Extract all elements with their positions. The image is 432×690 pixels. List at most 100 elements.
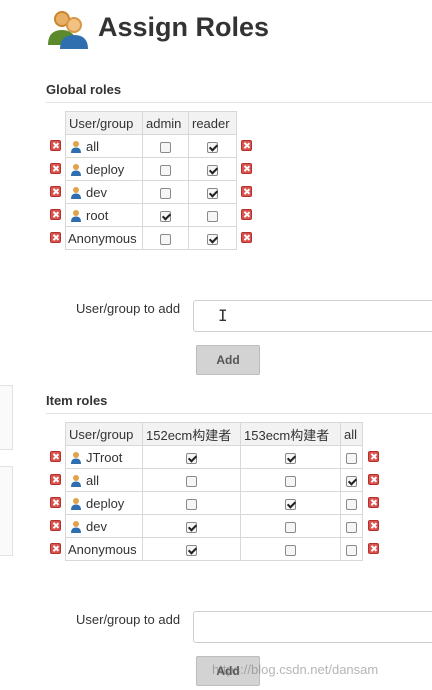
text-cursor-icon: I [218,306,228,325]
user-group-to-add-label: User/group to add [76,612,181,627]
delete-row-left-icon[interactable] [50,140,61,151]
table-row: dev [65,180,237,204]
role-checkbox-cell [142,468,241,492]
table-row: all [65,134,237,158]
section-divider [46,102,432,103]
role-checkbox-checked[interactable] [285,452,296,464]
table-row: deploy [65,491,363,515]
user-group-cell: all [65,468,143,492]
delete-row-right-icon[interactable] [368,474,379,485]
role-checkbox-checked[interactable] [346,475,357,487]
role-checkbox-unchecked[interactable] [160,187,171,199]
user-icon [71,520,81,533]
user-group-name: deploy [86,161,125,177]
role-checkbox-checked[interactable] [207,164,218,176]
item-roles-table: User/group 152ecm构建者 153ecm构建者 all JTroo… [65,422,363,561]
role-checkbox-unchecked[interactable] [160,233,171,245]
role-checkbox-unchecked[interactable] [186,498,197,510]
delete-row-right-icon[interactable] [241,140,252,151]
table-row: root [65,203,237,227]
role-checkbox-unchecked[interactable] [346,521,357,533]
role-checkbox-unchecked[interactable] [346,452,357,464]
role-checkbox-cell [142,514,241,538]
user-icon [71,163,81,176]
role-checkbox-unchecked[interactable] [285,521,296,533]
delete-row-right-icon[interactable] [368,543,379,554]
role-checkbox-checked[interactable] [160,210,171,222]
role-checkbox-unchecked[interactable] [285,475,296,487]
delete-row-left-icon[interactable] [50,186,61,197]
role-checkbox-unchecked[interactable] [346,498,357,510]
table-row: Anonymous [65,537,363,561]
role-checkbox-cell [142,134,189,158]
column-header-role: admin [142,111,189,135]
role-checkbox-unchecked[interactable] [160,164,171,176]
role-checkbox-unchecked[interactable] [186,475,197,487]
delete-row-right-icon[interactable] [241,163,252,174]
side-panel-tab[interactable] [0,385,13,450]
delete-row-left-icon[interactable] [50,163,61,174]
role-checkbox-cell [340,468,363,492]
role-checkbox-cell [142,491,241,515]
user-group-cell: dev [65,514,143,538]
role-checkbox-cell [142,537,241,561]
role-checkbox-checked[interactable] [186,521,197,533]
role-checkbox-unchecked[interactable] [346,544,357,556]
delete-row-left-icon[interactable] [50,543,61,554]
role-checkbox-cell [188,157,237,181]
delete-row-left-icon[interactable] [50,209,61,220]
global-roles-heading: Global roles [46,82,122,97]
role-checkbox-cell [340,537,363,561]
table-header-row: User/group 152ecm构建者 153ecm构建者 all [65,422,363,446]
side-panel-tab[interactable] [0,466,13,556]
role-checkbox-checked[interactable] [207,187,218,199]
delete-row-left-icon[interactable] [50,451,61,462]
delete-row-right-icon[interactable] [241,232,252,243]
item-roles-heading: Item roles [46,393,108,408]
table-row: deploy [65,157,237,181]
delete-row-left-icon[interactable] [50,497,61,508]
delete-row-right-icon[interactable] [241,186,252,197]
user-group-to-add-label: User/group to add [76,301,181,316]
delete-row-left-icon[interactable] [50,474,61,485]
column-header-role: 152ecm构建者 [142,422,241,446]
role-checkbox-cell [340,491,363,515]
delete-row-right-icon[interactable] [368,451,379,462]
column-header-user-group: User/group [65,422,143,446]
user-group-to-add-input[interactable] [193,611,432,643]
role-checkbox-checked[interactable] [207,233,218,245]
user-group-name: Anonymous [68,230,137,246]
global-roles-table: User/group admin reader all deploy dev root… [65,111,237,250]
role-checkbox-unchecked[interactable] [207,210,218,222]
user-icon [71,209,81,222]
role-checkbox-checked[interactable] [186,544,197,556]
role-checkbox-checked[interactable] [207,141,218,153]
delete-row-right-icon[interactable] [368,497,379,508]
column-header-role: all [340,422,363,446]
delete-row-right-icon[interactable] [241,209,252,220]
role-checkbox-cell [188,180,237,204]
role-checkbox-unchecked[interactable] [285,544,296,556]
role-checkbox-cell [240,514,341,538]
users-group-icon [48,11,88,49]
user-group-name: JTroot [86,449,123,465]
delete-row-left-icon[interactable] [50,232,61,243]
user-group-cell: deploy [65,491,143,515]
role-checkbox-checked[interactable] [186,452,197,464]
delete-row-right-icon[interactable] [368,520,379,531]
role-checkbox-unchecked[interactable] [160,141,171,153]
add-user-button[interactable]: Add [196,345,260,375]
column-header-role: reader [188,111,237,135]
user-group-to-add-input[interactable] [193,300,432,332]
role-checkbox-cell [142,157,189,181]
user-group-name: all [86,138,100,154]
user-group-name: deploy [86,495,125,511]
delete-row-left-icon[interactable] [50,520,61,531]
role-checkbox-cell [142,445,241,469]
role-checkbox-checked[interactable] [285,498,296,510]
user-icon [71,186,81,199]
user-icon [71,474,81,487]
role-checkbox-cell [240,468,341,492]
user-group-cell: dev [65,180,143,204]
role-checkbox-cell [240,445,341,469]
